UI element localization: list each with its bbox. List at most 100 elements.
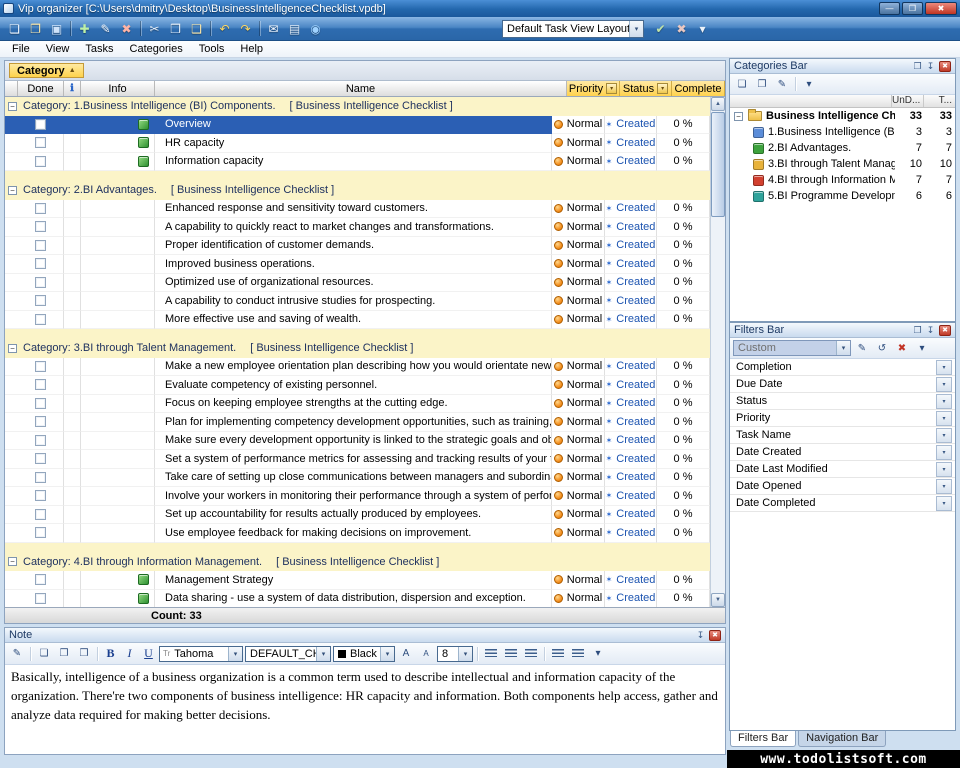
priority-filter-button[interactable]: ▾ — [606, 83, 617, 94]
collapse-icon[interactable]: − — [8, 102, 17, 111]
task-row[interactable]: Management StrategyNormal✶Created0 % — [5, 571, 710, 590]
task-row[interactable]: A capability to conduct intrusive studie… — [5, 292, 710, 311]
task-checkbox[interactable] — [35, 240, 46, 251]
new-note-icon[interactable]: ❏ — [35, 645, 53, 662]
task-row[interactable]: Take care of setting up close communicat… — [5, 469, 710, 488]
category-row[interactable]: −Category: 2.BI Advantages.[ Business In… — [5, 181, 710, 200]
restore-icon[interactable]: ❐ — [911, 325, 924, 336]
tree-item[interactable]: 5.BI Programme Development.66 — [730, 188, 955, 204]
minimize-button[interactable]: — — [879, 2, 900, 15]
char-style-combo[interactable]: DEFAULT_CHAR ▾ — [245, 646, 331, 662]
task-row[interactable]: Use employee feedback for making decisio… — [5, 524, 710, 543]
task-checkbox[interactable] — [35, 416, 46, 427]
column-header-flag[interactable]: ℹ — [64, 81, 81, 96]
task-checkbox[interactable] — [35, 221, 46, 232]
task-row[interactable]: Optimized use of organizational resource… — [5, 274, 710, 293]
task-row[interactable]: HR capacityNormal✶Created0 % — [5, 134, 710, 153]
menu-tools[interactable]: Tools — [191, 42, 233, 56]
font-size-combo[interactable]: 8 ▾ — [437, 646, 473, 662]
filters-options-icon[interactable]: ▾ — [913, 340, 931, 357]
categories-bar-close-icon[interactable]: ✖ — [939, 61, 951, 72]
task-checkbox[interactable] — [35, 509, 46, 520]
attach-icon[interactable]: ❒ — [75, 645, 93, 662]
task-row[interactable]: Focus on keeping employee strengths at t… — [5, 395, 710, 414]
edit-task-icon[interactable]: ✎ — [95, 19, 116, 39]
restore-icon[interactable]: ❐ — [911, 61, 924, 72]
category-row[interactable]: −Category: 3.BI through Talent Managemen… — [5, 339, 710, 358]
task-row[interactable]: More effective use and saving of wealth.… — [5, 311, 710, 330]
menu-tasks[interactable]: Tasks — [77, 42, 121, 56]
delete-task-icon[interactable]: ✖ — [116, 19, 137, 39]
filter-dropdown-button[interactable]: ▾ — [936, 411, 952, 426]
task-checkbox[interactable] — [35, 119, 46, 130]
pin-icon[interactable]: ↧ — [694, 630, 707, 641]
align-center-icon[interactable] — [502, 645, 520, 662]
underline-button[interactable]: U — [140, 645, 157, 662]
filter-dropdown-button[interactable]: ▾ — [936, 428, 952, 443]
scroll-down-button[interactable]: ▼ — [711, 593, 725, 607]
tab-filters-bar[interactable]: Filters Bar — [730, 731, 796, 747]
task-row[interactable]: Make sure every development opportunity … — [5, 432, 710, 451]
copy-note-icon[interactable]: ❐ — [55, 645, 73, 662]
font-color-combo[interactable]: Black ▾ — [333, 646, 395, 662]
menu-file[interactable]: File — [4, 42, 38, 56]
filter-row-priority[interactable]: Priority▾ — [730, 410, 955, 427]
bold-button[interactable]: B — [102, 645, 119, 662]
filter-row-date-last-modified[interactable]: Date Last Modified▾ — [730, 461, 955, 478]
column-header-info[interactable]: Info — [81, 81, 155, 96]
tree-item[interactable]: 1.Business Intelligence (BI) Co33 — [730, 124, 955, 140]
bullet-list-icon[interactable] — [549, 645, 567, 662]
tree-item[interactable]: 3.BI through Talent Manageme1010 — [730, 156, 955, 172]
layout-combo-dropdown-icon[interactable]: ▾ — [629, 21, 643, 37]
task-checkbox[interactable] — [35, 435, 46, 446]
email-icon[interactable]: ✉ — [263, 19, 284, 39]
task-checkbox[interactable] — [35, 593, 46, 604]
redo-icon[interactable]: ↷ — [235, 19, 256, 39]
filter-dropdown-button[interactable]: ▾ — [936, 479, 952, 494]
font-grow-icon[interactable]: A — [397, 645, 415, 662]
edit-category-icon[interactable]: ✎ — [773, 76, 791, 93]
tree-item[interactable]: 2.BI Advantages.77 — [730, 140, 955, 156]
column-header-priority[interactable]: Priority ▾ — [567, 81, 620, 96]
collapse-icon[interactable]: − — [8, 186, 17, 195]
filter-row-due-date[interactable]: Due Date▾ — [730, 376, 955, 393]
task-row[interactable]: Make a new employee orientation plan des… — [5, 358, 710, 377]
task-checkbox[interactable] — [35, 527, 46, 538]
column-header-undone[interactable]: UnD... — [891, 95, 923, 107]
save-icon[interactable]: ▣ — [46, 19, 67, 39]
scroll-up-button[interactable]: ▲ — [711, 97, 725, 111]
italic-button[interactable]: I — [121, 645, 138, 662]
font-family-combo[interactable]: Tr Tahoma ▾ — [159, 646, 243, 662]
task-checkbox[interactable] — [35, 258, 46, 269]
task-checkbox[interactable] — [35, 398, 46, 409]
task-row[interactable]: Plan for implementing competency develop… — [5, 413, 710, 432]
task-row[interactable]: Improved business operations.Normal✶Crea… — [5, 255, 710, 274]
vertical-scrollbar[interactable]: ▲ ▼ — [710, 97, 725, 607]
collapse-icon[interactable]: − — [8, 344, 17, 353]
pin-icon[interactable]: ↧ — [924, 325, 937, 336]
filter-row-date-completed[interactable]: Date Completed▾ — [730, 495, 955, 512]
task-checkbox[interactable] — [35, 137, 46, 148]
menu-help[interactable]: Help — [232, 42, 271, 56]
web-icon[interactable]: ◉ — [305, 19, 326, 39]
task-row[interactable]: Involve your workers in monitoring their… — [5, 487, 710, 506]
filter-dropdown-button[interactable]: ▾ — [936, 394, 952, 409]
scrollbar-thumb[interactable] — [711, 112, 725, 217]
tree-item[interactable]: 4.BI through Information Manag77 — [730, 172, 955, 188]
task-view-layout-combo[interactable]: Default Task View Layout ▾ — [502, 20, 644, 38]
task-checkbox[interactable] — [35, 472, 46, 483]
task-checkbox[interactable] — [35, 314, 46, 325]
column-header-done[interactable]: Done — [18, 81, 64, 96]
task-checkbox[interactable] — [35, 156, 46, 167]
task-row[interactable]: Enhanced response and sensitivity toward… — [5, 200, 710, 219]
numbered-list-icon[interactable] — [569, 645, 587, 662]
close-button[interactable]: ✖ — [925, 2, 957, 15]
filter-row-task-name[interactable]: Task Name▾ — [730, 427, 955, 444]
task-checkbox[interactable] — [35, 379, 46, 390]
note-close-icon[interactable]: ✖ — [709, 630, 721, 641]
delete-filter-icon[interactable]: ✖ — [893, 340, 911, 357]
size-combo-dropdown-icon[interactable]: ▾ — [458, 647, 472, 661]
group-by-category-tab[interactable]: Category ▲ — [9, 63, 84, 78]
task-row[interactable]: Set up accountability for results actual… — [5, 506, 710, 525]
category-row[interactable]: −Category: 1.Business Intelligence (BI) … — [5, 97, 710, 116]
